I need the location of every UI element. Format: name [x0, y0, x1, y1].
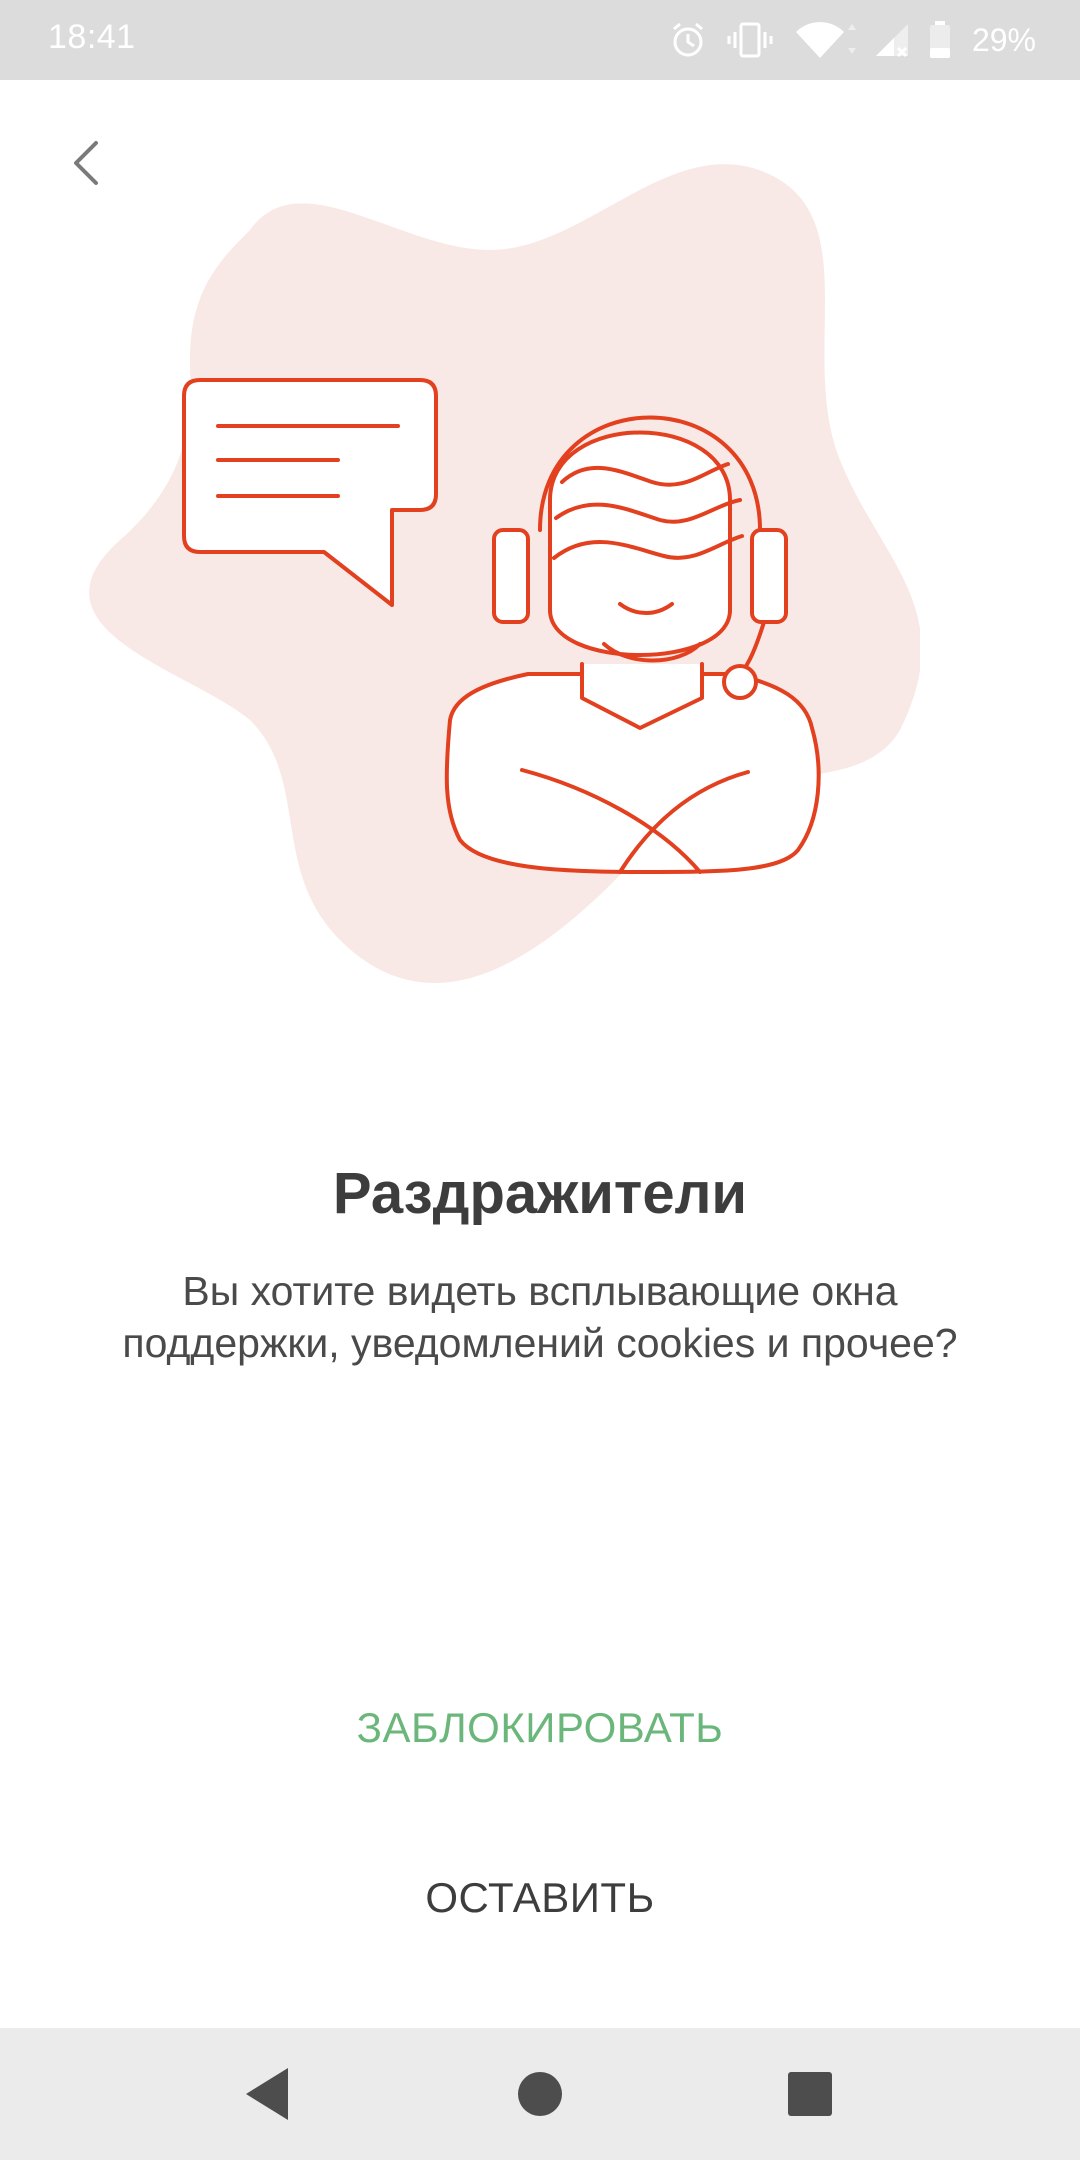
home-circle-icon[interactable] [500, 2054, 580, 2134]
vibrate-icon [724, 20, 776, 60]
wifi-icon [792, 20, 858, 60]
keep-button[interactable]: ОСТАВИТЬ [240, 1850, 840, 1946]
navigation-bar [0, 2028, 1080, 2160]
status-bar: 18:41 29% [0, 0, 1080, 80]
block-button[interactable]: ЗАБЛОКИРОВАТЬ [240, 1680, 840, 1776]
illustration [80, 160, 922, 1000]
alarm-icon [668, 20, 708, 60]
signal-icon [874, 20, 912, 60]
status-icons: 29% [668, 14, 1036, 66]
back-triangle-icon[interactable] [228, 2054, 308, 2134]
battery-icon [928, 20, 952, 60]
page-description: Вы хотите видеть всплывающие окна поддер… [122, 1268, 958, 1366]
battery-percentage: 29% [971, 21, 1036, 58]
status-time: 18:41 [48, 18, 136, 56]
page-title: Раздражители [332, 1161, 748, 1226]
recents-square-icon[interactable] [770, 2054, 850, 2134]
